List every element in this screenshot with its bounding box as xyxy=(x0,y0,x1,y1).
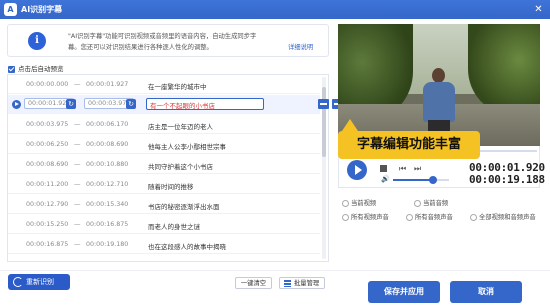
radio-circle-icon[interactable] xyxy=(406,213,413,221)
time-separator: — xyxy=(74,200,81,208)
auto-preview-label: 点击后自动预览 xyxy=(18,65,64,73)
batch-manage-button[interactable]: 批量管理 xyxy=(279,277,325,289)
cancel-button[interactable]: 取消 xyxy=(450,281,522,303)
subtitle-text[interactable]: 共同守护着这个小书店 xyxy=(148,161,213,171)
auto-preview-checkbox[interactable]: 点击后自动预览 xyxy=(8,63,64,73)
radio-all-audio[interactable]: 所有音频声音 xyxy=(406,212,453,221)
start-time[interactable]: 00:00:12.790 xyxy=(26,201,68,208)
time-separator: — xyxy=(74,160,81,168)
subtitle-text[interactable]: 他每主人公李小鄢相世宗事 xyxy=(148,141,226,151)
save-apply-button[interactable]: 保存并应用 xyxy=(368,281,440,303)
title-bar: A AI识别字幕 ✕ xyxy=(0,0,550,19)
info-text: "AI识别字幕"功能可识别视频或音频里的语音内容，自动生成同步字幕。您还可以对识… xyxy=(68,33,257,51)
feature-callout: 字幕编辑功能丰富 xyxy=(338,119,480,159)
info-icon: i xyxy=(28,32,46,50)
start-time[interactable]: 00:00:16.875 xyxy=(26,241,68,248)
subtitle-text[interactable]: 在一座繁华的城市中 xyxy=(148,81,207,91)
subtitle-row[interactable]: 00:00:16.875 — 00:00:19.180 也在这段感人的故事中揭晓 xyxy=(8,235,320,254)
next-icon[interactable]: ⏭ xyxy=(414,164,421,174)
time-separator: — xyxy=(74,240,81,248)
radio-current-audio[interactable]: 当前音频 xyxy=(414,198,448,207)
play-icon[interactable] xyxy=(347,160,367,180)
radio-label: 全部视频和音频声音 xyxy=(479,214,536,221)
play-row-icon[interactable] xyxy=(12,100,21,109)
app-logo-icon: A xyxy=(4,3,17,16)
radio-label: 所有视频声音 xyxy=(351,214,389,221)
time-separator: — xyxy=(74,180,81,188)
audio-source-options: 当前视频 当前音频 所有视频声音 所有音频声音 全部视频和音频声音 xyxy=(338,194,540,230)
radio-circle-icon[interactable] xyxy=(342,213,349,221)
checkbox-checked-icon[interactable] xyxy=(8,65,15,73)
person-head xyxy=(432,68,445,83)
end-time[interactable]: 00:00:12.710 xyxy=(86,181,128,188)
subtitle-row[interactable]: 00:00:11.200 — 00:00:12.710 随着时间的推移 xyxy=(8,175,320,194)
start-time[interactable]: 00:00:08.690 xyxy=(26,161,68,168)
start-time[interactable]: 00:00:06.250 xyxy=(26,141,68,148)
radio-label: 所有音频声音 xyxy=(415,214,453,221)
subtitle-text[interactable]: 而老人的身世之谜 xyxy=(148,221,200,231)
start-time[interactable]: 00:00:15.250 xyxy=(26,221,68,228)
subtitle-row[interactable]: 00:00:00.000 — 00:00:01.927 在一座繁华的城市中 xyxy=(8,75,320,94)
subtitle-row[interactable]: 00:00:08.690 — 00:00:10.880 共同守护着这个小书店 xyxy=(8,155,320,174)
subtitle-row[interactable]: 00:00:06.250 — 00:00:08.690 他每主人公李小鄢相世宗事 xyxy=(8,135,320,154)
radio-label: 当前音频 xyxy=(423,200,449,207)
bottom-bar: 重新识别 一键清空 批量管理 保存并应用 取消 xyxy=(0,270,550,306)
end-time[interactable]: 00:00:19.180 xyxy=(86,241,128,248)
video-tree-right xyxy=(468,24,540,114)
volume-slider[interactable] xyxy=(393,176,449,184)
window-title: AI识别字幕 xyxy=(21,5,63,14)
subtitle-row-active[interactable]: 00:00:01.927 ↻ 00:00:03.975 ↻ 有一个不起眼的小书店 xyxy=(8,95,320,114)
radio-all-video[interactable]: 所有视频声音 xyxy=(342,212,389,221)
total-time: 00:00:19.188 xyxy=(469,173,545,186)
subtitle-text[interactable]: 随着时间的推移 xyxy=(148,181,194,191)
subtitle-row[interactable]: 00:00:12.790 — 00:00:15.340 书店的秘密逐渐浮出水面 xyxy=(8,195,320,214)
end-time[interactable]: 00:00:01.927 xyxy=(86,81,128,88)
person-body xyxy=(423,82,455,122)
radio-circle-icon[interactable] xyxy=(414,199,421,207)
radio-label: 当前视频 xyxy=(351,200,377,207)
radio-circle-icon[interactable] xyxy=(470,213,477,221)
start-time[interactable]: 00:00:03.975 xyxy=(26,121,68,128)
video-preview xyxy=(338,24,540,146)
stop-icon[interactable] xyxy=(380,165,387,172)
subtitle-row[interactable]: 00:00:03.975 — 00:00:06.170 店主是一位年迈的老人 xyxy=(8,115,320,134)
subtitle-text[interactable]: 书店的秘密逐渐浮出水面 xyxy=(148,201,220,211)
radio-current-video[interactable]: 当前视频 xyxy=(342,198,376,207)
radio-all-video-audio[interactable]: 全部视频和音频声音 xyxy=(470,212,536,221)
start-time[interactable]: 00:00:11.200 xyxy=(26,181,68,188)
start-time[interactable]: 00:00:00.000 xyxy=(26,81,68,88)
end-time[interactable]: 00:00:16.875 xyxy=(86,221,128,228)
merge-row-icon[interactable] xyxy=(318,99,329,109)
volume-fill xyxy=(393,179,434,181)
end-time[interactable]: 00:00:08.690 xyxy=(86,141,128,148)
locate-end-icon[interactable]: ↻ xyxy=(126,99,136,109)
time-separator: — xyxy=(74,140,81,148)
details-link[interactable]: 详细说明 xyxy=(288,42,313,51)
clear-all-button[interactable]: 一键清空 xyxy=(235,277,272,289)
close-icon[interactable]: ✕ xyxy=(532,3,545,16)
subtitle-text[interactable]: 也在这段感人的故事中揭晓 xyxy=(148,241,226,251)
time-separator: — xyxy=(74,80,81,88)
end-time[interactable]: 00:00:15.340 xyxy=(86,201,128,208)
volume-knob[interactable] xyxy=(429,176,438,184)
time-separator: — xyxy=(74,120,81,128)
subtitle-text-input[interactable]: 有一个不起眼的小书店 xyxy=(146,98,264,110)
time-separator: — xyxy=(74,220,81,228)
info-panel: i "AI识别字幕"功能可识别视频或音频里的语音内容，自动生成同步字幕。您还可以… xyxy=(7,24,329,57)
volume-icon[interactable]: 🔊 xyxy=(381,175,390,183)
subtitle-row[interactable]: 00:00:15.250 — 00:00:16.875 而老人的身世之谜 xyxy=(8,215,320,234)
end-time[interactable]: 00:00:06.170 xyxy=(86,121,128,128)
subtitle-list: 00:00:00.000 — 00:00:01.927 在一座繁华的城市中 00… xyxy=(7,74,329,262)
locate-start-icon[interactable]: ↻ xyxy=(66,99,76,109)
subtitle-text[interactable]: 店主是一位年迈的老人 xyxy=(148,121,213,131)
scrollbar-thumb[interactable] xyxy=(322,87,326,157)
rerecognize-button[interactable]: 重新识别 xyxy=(8,274,70,290)
end-time[interactable]: 00:00:10.880 xyxy=(86,161,128,168)
radio-circle-icon[interactable] xyxy=(342,199,349,207)
previous-icon[interactable]: ⏮ xyxy=(399,164,406,174)
